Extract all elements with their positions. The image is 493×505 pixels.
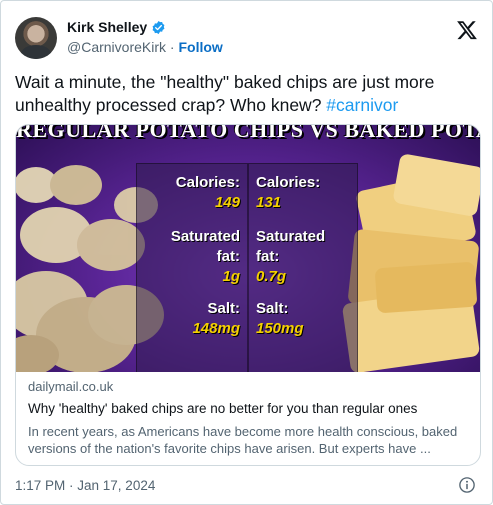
- follow-button[interactable]: Follow: [178, 39, 222, 55]
- tweet-timestamp[interactable]: 1:17 PM · Jan 17, 2024: [15, 478, 155, 493]
- info-icon[interactable]: [458, 476, 476, 494]
- regular-calories-label: Calories:: [175, 174, 240, 191]
- baked-fat-label-2: fat:: [256, 248, 280, 265]
- image-headline: REGULAR POTATO CHIPS VS BAKED POTATO CHI…: [16, 125, 480, 142]
- tweet-embed-card: Kirk Shelley @CarnivoreKirk · Follow Wai…: [0, 0, 493, 505]
- baked-calories-value: 131: [256, 194, 282, 211]
- tweet-header: Kirk Shelley @CarnivoreKirk · Follow: [15, 17, 478, 61]
- regular-calories-value: 149: [214, 194, 240, 211]
- baked-salt-label: Salt:: [256, 300, 289, 317]
- link-preview-meta: dailymail.co.uk Why 'healthy' baked chip…: [28, 379, 468, 457]
- regular-fat-value: 1g: [222, 268, 240, 285]
- author-handle[interactable]: @CarnivoreKirk: [67, 39, 166, 55]
- avatar[interactable]: [15, 17, 57, 59]
- author-info: Kirk Shelley @CarnivoreKirk · Follow: [67, 19, 223, 55]
- baked-calories-label: Calories:: [256, 174, 321, 191]
- baked-calories: Calories: 131: [256, 173, 320, 213]
- link-preview-card[interactable]: REGULAR POTATO CHIPS VS BAKED POTATO CHI…: [15, 124, 481, 466]
- baked-fat-label-1: Saturated: [256, 228, 326, 245]
- regular-salt: Salt: 148mg: [192, 299, 240, 339]
- tweet-text: Wait a minute, the "healthy" baked chips…: [15, 71, 480, 117]
- baked-salt: Salt: 150mg: [256, 299, 304, 339]
- regular-fat: Saturated fat: 1g: [171, 227, 240, 287]
- verified-badge-icon: [152, 20, 165, 34]
- link-domain: dailymail.co.uk: [28, 379, 114, 394]
- hashtag-link[interactable]: #carnivor: [326, 95, 398, 115]
- regular-salt-label: Salt:: [207, 300, 240, 317]
- baked-fat-value: 0.7g: [256, 268, 287, 285]
- baked-salt-value: 150mg: [256, 320, 304, 337]
- baked-fat: Saturated fat: 0.7g: [256, 227, 325, 287]
- baked-chips-picture: [342, 154, 480, 372]
- regular-fat-label-2: fat:: [216, 248, 240, 265]
- regular-calories: Calories: 149: [176, 173, 240, 213]
- link-description: In recent years, as Americans have becom…: [28, 424, 458, 456]
- regular-fat-label-1: Saturated: [170, 228, 240, 245]
- author-display-name[interactable]: Kirk Shelley: [67, 19, 147, 35]
- link-title: Why 'healthy' baked chips are no better …: [28, 401, 418, 416]
- regular-salt-value: 148mg: [192, 320, 240, 337]
- handle-separator: ·: [166, 39, 179, 55]
- link-preview-image: REGULAR POTATO CHIPS VS BAKED POTATO CHI…: [16, 125, 480, 372]
- x-logo-icon[interactable]: [456, 19, 478, 41]
